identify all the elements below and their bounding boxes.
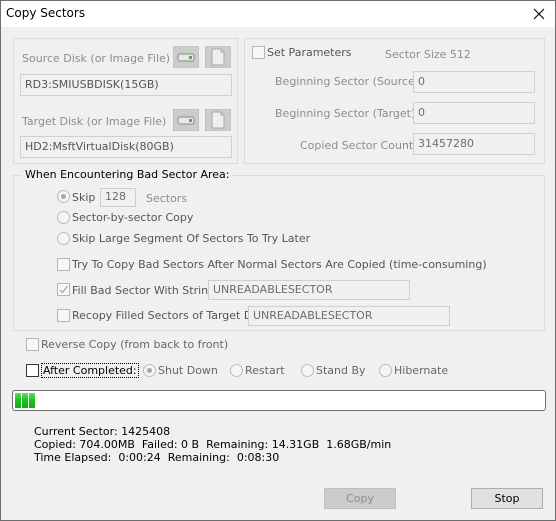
sector-by-sector-radio[interactable] [57,211,70,224]
fill-bad-sector-label: Fill Bad Sector With Strings: [72,284,225,297]
copy-sectors-dialog: Copy Sectors Source Disk (or Image File)… [0,0,556,521]
close-icon[interactable] [529,4,549,24]
sector-by-sector-label: Sector-by-sector Copy [72,211,194,224]
reverse-copy-checkbox[interactable] [26,338,39,351]
copied-count-field[interactable]: 31457280 [413,133,535,155]
begin-source-label: Beginning Sector (Source): [275,75,423,88]
reverse-copy-label: Reverse Copy (from back to front) [41,338,229,351]
skip-large-radio[interactable] [57,232,70,245]
after-completed-label: After Completed: [41,363,139,378]
fill-string-field[interactable]: UNREADABLESECTOR [208,280,410,300]
source-file-button[interactable] [205,46,231,68]
target-disk-field[interactable]: HD2:MsftVirtualDisk(80GB) [20,136,232,158]
disk-drive-icon [177,53,195,62]
title-bar: Copy Sectors [1,1,555,27]
disk-drive-icon [177,116,195,125]
skip-label: Skip [72,191,96,204]
time-status-text: Time Elapsed: 0:00:24 Remaining: 0:08:30 [34,451,280,464]
stand-by-radio[interactable] [301,364,314,377]
stand-by-label: Stand By [316,364,366,377]
hibernate-radio[interactable] [379,364,392,377]
target-disk-label: Target Disk (or Image File) [22,115,167,128]
try-copy-label: Try To Copy Bad Sectors After Normal Sec… [72,258,487,271]
disk-group: Source Disk (or Image File) RD3:SMIUSBDI… [13,38,238,164]
source-disk-button[interactable] [173,46,199,68]
target-file-button[interactable] [205,109,231,131]
restart-radio[interactable] [230,364,243,377]
copy-progress-bar [12,390,546,411]
window-title: Copy Sectors [6,6,86,20]
fill-bad-sector-checkbox[interactable] [57,283,70,296]
after-completed-checkbox[interactable] [26,364,39,377]
begin-source-field[interactable]: 0 [413,71,535,93]
skip-radio[interactable] [57,190,70,203]
try-copy-checkbox[interactable] [57,258,70,271]
progress-segment [22,393,28,408]
skip-large-label: Skip Large Segment Of Sectors To Try Lat… [72,232,311,245]
bad-sector-group: When Encountering Bad Sector Area: Skip … [13,168,545,331]
begin-target-field[interactable]: 0 [413,102,535,124]
stop-button[interactable]: Stop [471,488,543,509]
file-icon [211,111,225,129]
shut-down-label: Shut Down [158,364,218,377]
copied-count-label: Copied Sector Count: [300,139,417,152]
source-disk-field[interactable]: RD3:SMIUSBDISK(15GB) [20,74,232,96]
shut-down-radio[interactable] [143,364,156,377]
skip-count-field[interactable]: 128 [100,188,136,207]
bad-sector-group-label: When Encountering Bad Sector Area: [22,168,233,181]
skip-unit-label: Sectors [146,192,188,205]
progress-segment [29,393,35,408]
restart-label: Restart [245,364,285,377]
hibernate-label: Hibernate [394,364,449,377]
begin-target-label: Beginning Sector (Target): [275,107,419,120]
recopy-checkbox[interactable] [57,309,70,322]
progress-segment [15,393,21,408]
source-disk-label: Source Disk (or Image File) [22,52,171,65]
recopy-label: Recopy Filled Sectors of Target Disk: [72,309,272,322]
current-sector-text: Current Sector: 1425408 [34,425,171,438]
sector-size-label: Sector Size 512 [385,48,471,61]
set-parameters-checkbox[interactable] [252,46,265,59]
set-parameters-label: Set Parameters [267,46,352,59]
target-disk-button[interactable] [173,109,199,131]
parameters-group: Set Parameters Sector Size 512 Beginning… [244,38,545,164]
copy-button[interactable]: Copy [324,488,396,509]
copied-status-text: Copied: 704.00MB Failed: 0 B Remaining: … [34,438,392,451]
recopy-string-field[interactable]: UNREADABLESECTOR [248,306,450,326]
progress-fill [15,393,35,408]
file-icon [211,48,225,66]
checkmark-icon [59,285,68,294]
